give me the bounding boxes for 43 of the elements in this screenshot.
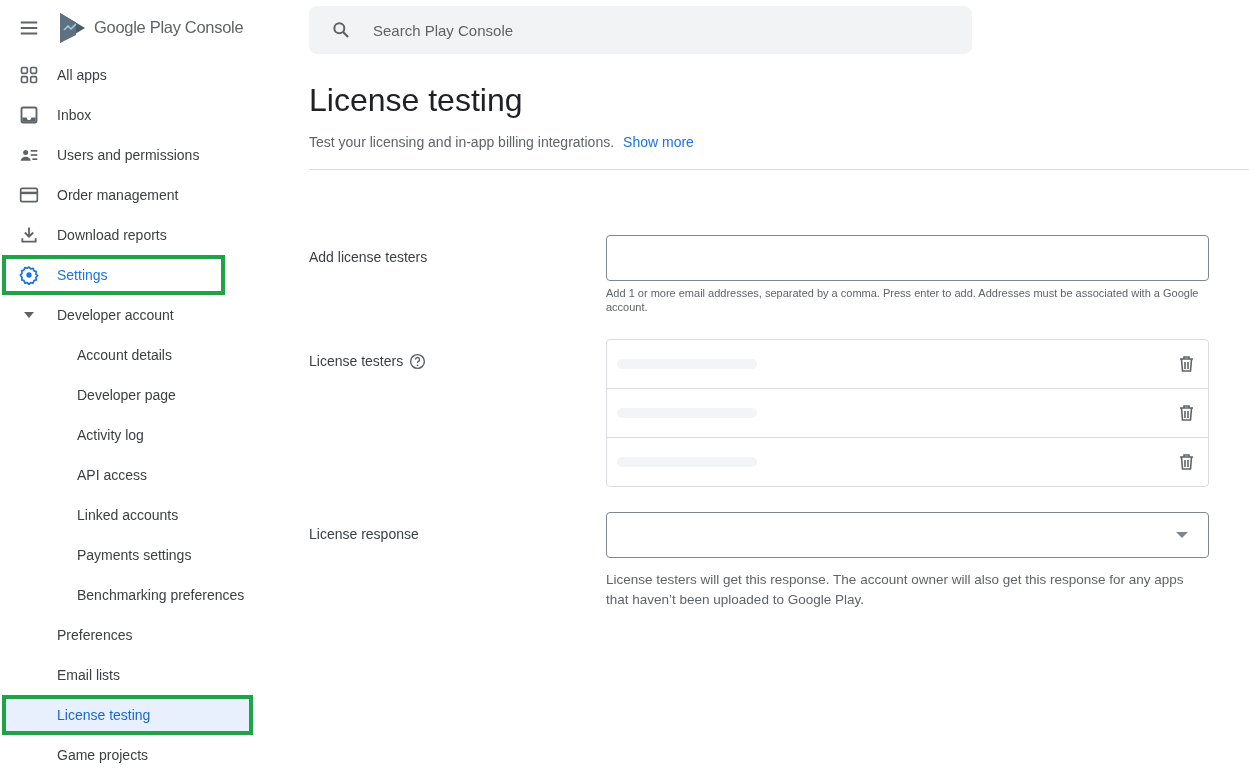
nav-item[interactable]: Order management [0,175,270,215]
nav-item[interactable]: Developer account [0,295,270,335]
settings-icon [19,265,39,285]
field-label: Add license testers [309,249,428,265]
product-name: Google Play Console [94,18,244,37]
help-icon[interactable] [409,353,427,370]
nav-item[interactable]: Download reports [0,215,270,255]
credit-card-icon [19,185,39,205]
nav-item[interactable]: Developer page [0,375,250,415]
nav-item[interactable]: Users and permissions [0,135,270,175]
search-field[interactable]: Search Play Console [309,6,972,54]
nav-item[interactable]: Game projects [0,735,270,775]
help-text: License testers will get this response. The account owner will also get this response for any apps that haven’t been uploaded to Google Play. [606,571,1185,609]
page-subtitle: Test your licensing and in-app billing integrations. [309,134,615,150]
nav-item[interactable]: Settings [2,255,225,295]
play-logo-icon [58,12,86,43]
nav-item[interactable]: API access [0,455,250,495]
nav-item[interactable]: Payments settings [0,535,250,575]
nav-item[interactable]: License testing [2,695,253,735]
email-input-field[interactable] [606,235,1209,281]
help-text: Add 1 or more email addresses, separated by a comma. Press enter to add. Addresses must be associated with a Google account. [606,286,1200,314]
nav-item[interactable]: Preferences [0,615,270,655]
show-more-link[interactable]: Show more [623,134,694,150]
trash-icon[interactable] [1179,356,1194,372]
response-dropdown[interactable] [606,512,1209,558]
nav-item[interactable]: Linked accounts [0,495,250,535]
field-label: License response [309,526,419,542]
download-icon [19,225,39,245]
nav-item[interactable]: All apps [0,55,270,95]
trash-icon[interactable] [1179,405,1194,421]
nav-item[interactable]: Benchmarking preferences [0,575,250,615]
trash-icon[interactable] [1179,454,1194,470]
field-label: License testers [309,353,404,369]
nav-item[interactable]: Inbox [0,95,270,135]
search-icon [331,20,351,40]
caret-icon [24,312,34,318]
inbox-icon [19,105,39,125]
nav-item[interactable]: Activity log [0,415,250,455]
grid-icon [19,65,39,85]
nav-item[interactable]: Account details [0,335,250,375]
nav-item[interactable]: Email lists [0,655,270,695]
dropdown-icon [1176,532,1188,538]
page-title: License testing [309,81,524,120]
